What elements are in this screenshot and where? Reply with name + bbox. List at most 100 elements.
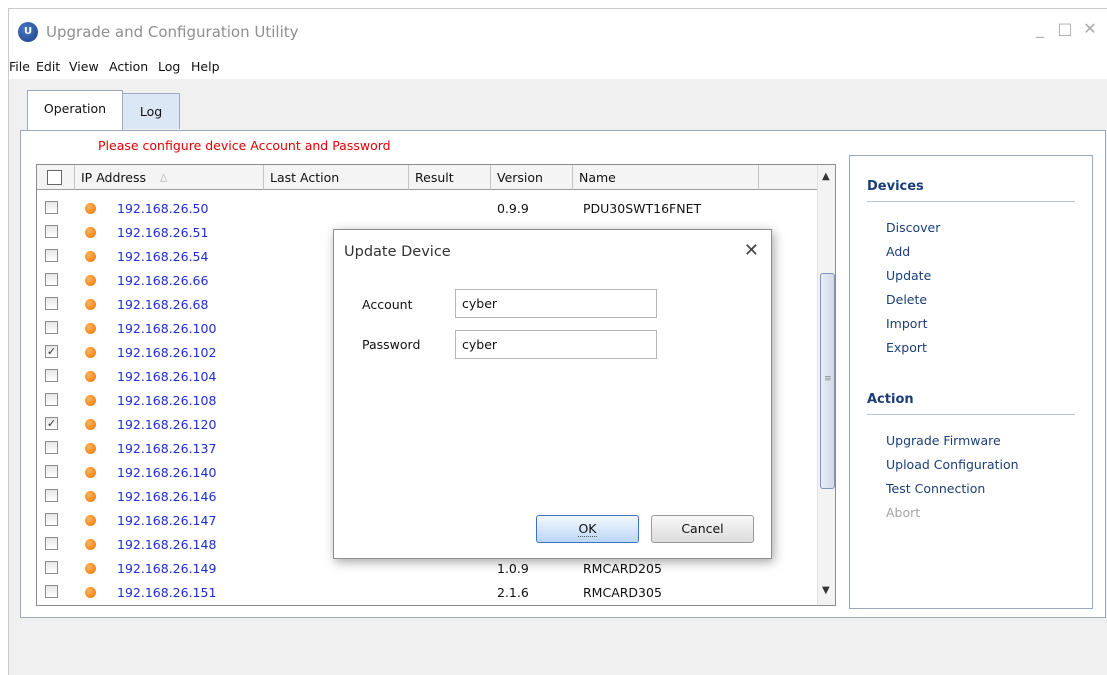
row-checkbox[interactable]	[45, 297, 58, 310]
title-bar: U Upgrade and Configuration Utility _ □ …	[9, 9, 1107, 55]
column-header-version[interactable]: Version	[491, 165, 573, 190]
table-row[interactable]: 192.168.26.149 1.0.9 RMCARD205	[37, 558, 817, 582]
status-dot-icon	[85, 347, 96, 358]
app-logo-icon: U	[18, 22, 38, 42]
ip-address-cell: 192.168.26.120	[117, 417, 217, 432]
status-dot-icon	[85, 419, 96, 430]
row-checkbox[interactable]	[45, 561, 58, 574]
row-checkbox[interactable]	[45, 441, 58, 454]
scrollbar-thumb[interactable]: ≡	[820, 273, 835, 489]
status-dot-icon	[85, 467, 96, 478]
task-sidebar: Devices Discover Add Update Delete Impor…	[849, 155, 1093, 609]
warning-message: Please configure device Account and Pass…	[98, 138, 391, 153]
ip-address-cell: 192.168.26.148	[117, 537, 217, 552]
import-link[interactable]: Import	[886, 316, 928, 331]
upload-configuration-link[interactable]: Upload Configuration	[886, 457, 1019, 472]
row-checkbox[interactable]	[45, 537, 58, 550]
ip-address-cell: 192.168.26.137	[117, 441, 217, 456]
column-header-name[interactable]: Name	[573, 165, 759, 190]
row-checkbox[interactable]	[45, 465, 58, 478]
status-dot-icon	[85, 323, 96, 334]
row-checkbox[interactable]	[45, 225, 58, 238]
table-row[interactable]: 192.168.26.50 0.9.9 PDU30SWT16FNET	[37, 198, 817, 222]
ip-address-cell: 192.168.26.151	[117, 585, 217, 600]
menu-help[interactable]: Help	[191, 59, 220, 74]
ip-address-cell: 192.168.26.108	[117, 393, 217, 408]
close-icon[interactable]: ✕	[1079, 19, 1101, 38]
ip-address-cell: 192.168.26.146	[117, 489, 217, 504]
scroll-up-icon[interactable]: ▲	[822, 171, 830, 182]
status-dot-icon	[85, 275, 96, 286]
status-dot-icon	[85, 443, 96, 454]
tab-operation[interactable]: Operation	[27, 90, 123, 130]
devices-divider	[867, 201, 1075, 202]
menu-edit[interactable]: Edit	[36, 59, 60, 74]
status-dot-icon	[85, 563, 96, 574]
ip-address-cell: 192.168.26.66	[117, 273, 209, 288]
row-checkbox[interactable]	[45, 273, 58, 286]
status-dot-icon	[85, 515, 96, 526]
ip-address-cell: 192.168.26.149	[117, 561, 217, 576]
version-cell: 1.0.9	[497, 561, 529, 576]
action-divider	[867, 414, 1075, 415]
ok-button-label: OK	[578, 521, 597, 537]
password-field[interactable]	[455, 330, 657, 359]
maximize-icon[interactable]: □	[1054, 19, 1076, 38]
row-checkbox[interactable]	[45, 369, 58, 382]
scroll-down-icon[interactable]: ▼	[822, 585, 830, 596]
row-checkbox[interactable]: ✓	[45, 345, 58, 358]
row-checkbox[interactable]	[45, 393, 58, 406]
row-checkbox[interactable]	[45, 321, 58, 334]
row-checkbox[interactable]	[45, 489, 58, 502]
vertical-scrollbar[interactable]: ▲ ≡ ▼	[817, 165, 835, 605]
cancel-button[interactable]: Cancel	[651, 515, 754, 543]
ip-address-cell: 192.168.26.100	[117, 321, 217, 336]
version-cell: 0.9.9	[497, 201, 529, 216]
name-cell: RMCARD205	[583, 561, 662, 576]
dialog-close-icon[interactable]: ✕	[744, 240, 759, 261]
update-link[interactable]: Update	[886, 268, 931, 283]
menu-log[interactable]: Log	[158, 59, 180, 74]
discover-link[interactable]: Discover	[886, 220, 940, 235]
window-title: Upgrade and Configuration Utility	[46, 23, 299, 41]
minimize-icon[interactable]: _	[1029, 19, 1051, 38]
grid-header: IP Address ∆ Last Action Result Version N…	[37, 165, 835, 190]
column-header-result[interactable]: Result	[409, 165, 491, 190]
status-dot-icon	[85, 395, 96, 406]
ip-address-cell: 192.168.26.51	[117, 225, 209, 240]
ok-button[interactable]: OK	[536, 515, 639, 543]
tab-log[interactable]: Log	[122, 93, 180, 129]
row-checkbox[interactable]	[45, 201, 58, 214]
ip-address-cell: 192.168.26.104	[117, 369, 217, 384]
update-device-dialog: Update Device ✕ Account Password OK Canc…	[333, 229, 772, 559]
row-checkbox[interactable]	[45, 249, 58, 262]
select-all-checkbox[interactable]	[47, 170, 62, 185]
table-row[interactable]: 192.168.26.151 2.1.6 RMCARD305	[37, 582, 817, 605]
password-label: Password	[362, 337, 421, 352]
export-link[interactable]: Export	[886, 340, 927, 355]
action-heading: Action	[867, 392, 914, 407]
status-dot-icon	[85, 371, 96, 382]
ip-address-cell: 192.168.26.147	[117, 513, 217, 528]
devices-heading: Devices	[867, 179, 924, 194]
menu-action[interactable]: Action	[109, 59, 148, 74]
column-header-ip-address[interactable]: IP Address ∆	[75, 165, 264, 190]
account-label: Account	[362, 297, 413, 312]
row-checkbox[interactable]	[45, 585, 58, 598]
add-link[interactable]: Add	[886, 244, 910, 259]
menu-bar: File Edit View Action Log Help	[9, 55, 1107, 79]
status-dot-icon	[85, 587, 96, 598]
menu-view[interactable]: View	[69, 59, 99, 74]
status-dot-icon	[85, 491, 96, 502]
upgrade-firmware-link[interactable]: Upgrade Firmware	[886, 433, 1001, 448]
ip-address-cell: 192.168.26.140	[117, 465, 217, 480]
account-field[interactable]	[455, 289, 657, 318]
row-checkbox[interactable]	[45, 513, 58, 526]
version-cell: 2.1.6	[497, 585, 529, 600]
name-cell: PDU30SWT16FNET	[583, 201, 702, 216]
delete-link[interactable]: Delete	[886, 292, 927, 307]
column-header-last-action[interactable]: Last Action	[264, 165, 409, 190]
row-checkbox[interactable]: ✓	[45, 417, 58, 430]
menu-file[interactable]: File	[9, 59, 30, 74]
test-connection-link[interactable]: Test Connection	[886, 481, 985, 496]
